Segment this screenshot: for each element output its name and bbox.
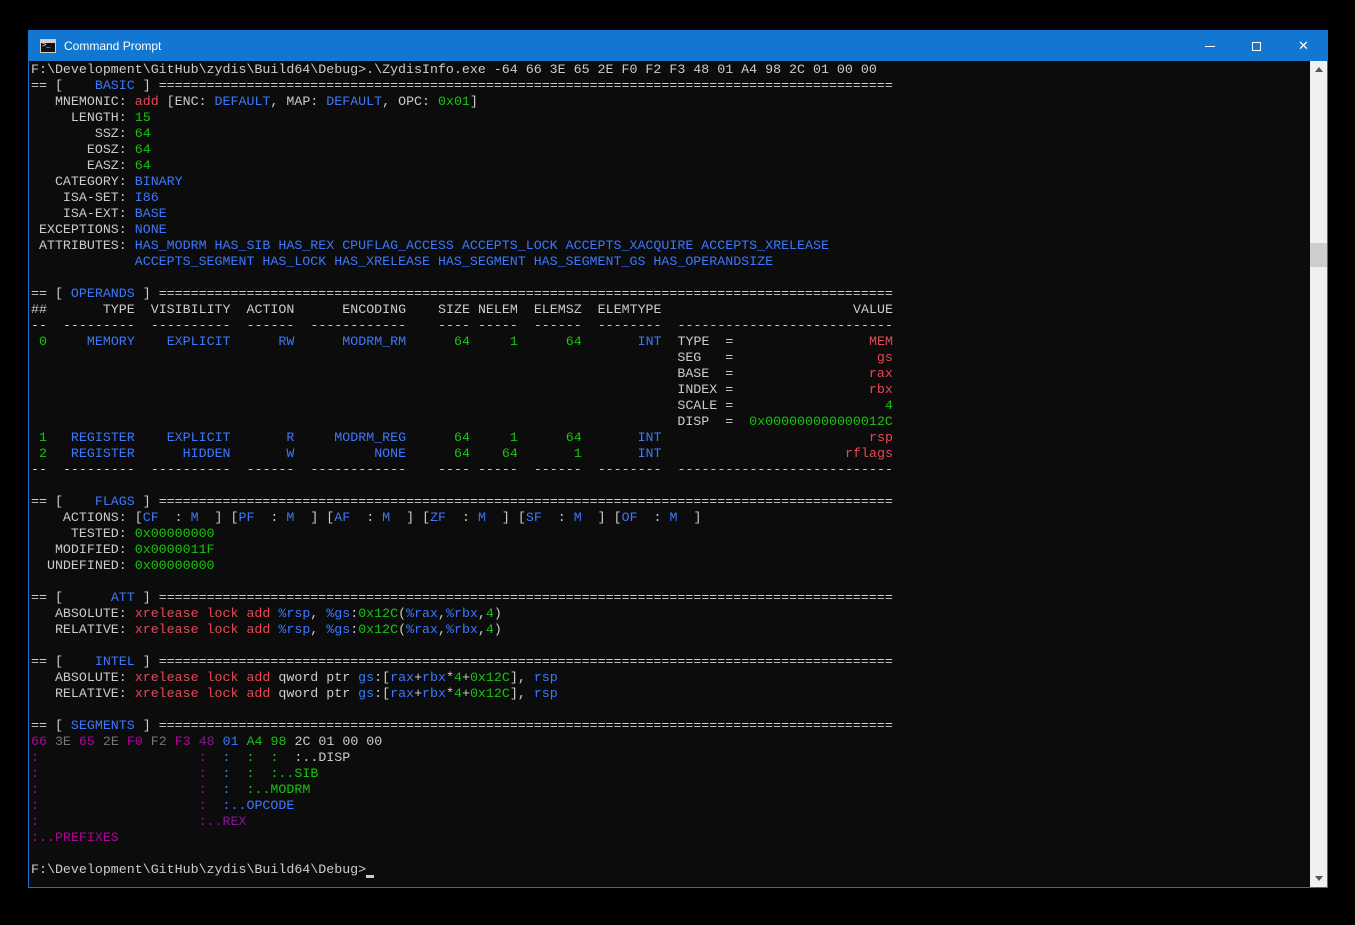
terminal-line: F:\Development\GitHub\zydis\Build64\Debu… [31, 862, 893, 878]
title-bar[interactable]: Command Prompt ✕ [29, 31, 1327, 61]
terminal-line: EASZ: 64 [31, 158, 893, 174]
minimize-icon [1205, 46, 1215, 47]
terminal-line: 1 REGISTER EXPLICIT R MODRM_REG 64 1 64 … [31, 430, 893, 446]
terminal-line: ISA-SET: I86 [31, 190, 893, 206]
desktop: { "window": { "title": "Command Prompt",… [0, 0, 1355, 925]
terminal-line: ACCEPTS_SEGMENT HAS_LOCK HAS_XRELEASE HA… [31, 254, 893, 270]
close-icon: ✕ [1298, 40, 1309, 53]
terminal-line: :..PREFIXES [31, 830, 893, 846]
terminal-line: BASE = rax [31, 366, 893, 382]
terminal-line [31, 702, 893, 718]
chevron-down-icon [1315, 876, 1323, 881]
terminal-line: -- --------- ---------- ------ ---------… [31, 318, 893, 334]
terminal-line: == [ OPERANDS ] ========================… [31, 286, 893, 302]
cmd-icon[interactable] [40, 39, 56, 53]
terminal-line [31, 574, 893, 590]
terminal-line: DISP = 0x000000000000012C [31, 414, 893, 430]
text-cursor [366, 866, 374, 878]
terminal-line: == [ FLAGS ] ===========================… [31, 494, 893, 510]
terminal-line: == [ ATT ] =============================… [31, 590, 893, 606]
scroll-up-button[interactable] [1310, 61, 1327, 78]
terminal-line: TESTED: 0x00000000 [31, 526, 893, 542]
terminal-line: ## TYPE VISIBILITY ACTION ENCODING SIZE … [31, 302, 893, 318]
window-controls: ✕ [1186, 31, 1327, 61]
terminal-line: SCALE = 4 [31, 398, 893, 414]
terminal-line: EOSZ: 64 [31, 142, 893, 158]
terminal-line: 2 REGISTER HIDDEN W NONE 64 64 1 INT rfl… [31, 446, 893, 462]
terminal-line: MNEMONIC: add [ENC: DEFAULT, MAP: DEFAUL… [31, 94, 893, 110]
command-prompt-window: Command Prompt ✕ F:\Development\GitHub\z… [28, 30, 1328, 888]
maximize-icon [1252, 42, 1261, 51]
terminal-line: F:\Development\GitHub\zydis\Build64\Debu… [31, 62, 893, 78]
close-button[interactable]: ✕ [1280, 31, 1327, 61]
terminal-line [31, 270, 893, 286]
terminal-line: : : : : : :..DISP [31, 750, 893, 766]
terminal-line: : : :..OPCODE [31, 798, 893, 814]
terminal-line: EXCEPTIONS: NONE [31, 222, 893, 238]
terminal-line [31, 638, 893, 654]
terminal-line: ISA-EXT: BASE [31, 206, 893, 222]
terminal-line: ACTIONS: [CF : M ] [PF : M ] [AF : M ] [… [31, 510, 893, 526]
minimize-button[interactable] [1186, 31, 1233, 61]
terminal-line: -- --------- ---------- ------ ---------… [31, 462, 893, 478]
terminal-line: 66 3E 65 2E F0 F2 F3 48 01 A4 98 2C 01 0… [31, 734, 893, 750]
terminal-line: UNDEFINED: 0x00000000 [31, 558, 893, 574]
chevron-up-icon [1315, 67, 1323, 72]
terminal-line: == [ BASIC ] ===========================… [31, 78, 893, 94]
terminal-line: RELATIVE: xrelease lock add %rsp, %gs:0x… [31, 622, 893, 638]
window-title: Command Prompt [64, 39, 1186, 53]
console[interactable]: F:\Development\GitHub\zydis\Build64\Debu… [29, 61, 1327, 887]
scrollbar-track[interactable] [1310, 61, 1327, 887]
terminal-line: == [ SEGMENTS ] ========================… [31, 718, 893, 734]
terminal-line: INDEX = rbx [31, 382, 893, 398]
terminal-line: 0 MEMORY EXPLICIT RW MODRM_RM 64 1 64 IN… [31, 334, 893, 350]
terminal-line: == [ INTEL ] ===========================… [31, 654, 893, 670]
terminal-line [31, 478, 893, 494]
terminal-line: : : : :..MODRM [31, 782, 893, 798]
terminal-line: : : : : :..SIB [31, 766, 893, 782]
terminal-line [31, 846, 893, 862]
terminal-line: ABSOLUTE: xrelease lock add qword ptr gs… [31, 670, 893, 686]
terminal-line: ABSOLUTE: xrelease lock add %rsp, %gs:0x… [31, 606, 893, 622]
terminal-line: : :..REX [31, 814, 893, 830]
console-output: F:\Development\GitHub\zydis\Build64\Debu… [31, 62, 893, 878]
terminal-line: CATEGORY: BINARY [31, 174, 893, 190]
terminal-line: RELATIVE: xrelease lock add qword ptr gs… [31, 686, 893, 702]
terminal-line: MODIFIED: 0x0000011F [31, 542, 893, 558]
scroll-down-button[interactable] [1310, 870, 1327, 887]
terminal-line: SEG = gs [31, 350, 893, 366]
maximize-button[interactable] [1233, 31, 1280, 61]
terminal-line: LENGTH: 15 [31, 110, 893, 126]
terminal-line: ATTRIBUTES: HAS_MODRM HAS_SIB HAS_REX CP… [31, 238, 893, 254]
scrollbar-thumb[interactable] [1310, 243, 1327, 267]
terminal-line: SSZ: 64 [31, 126, 893, 142]
